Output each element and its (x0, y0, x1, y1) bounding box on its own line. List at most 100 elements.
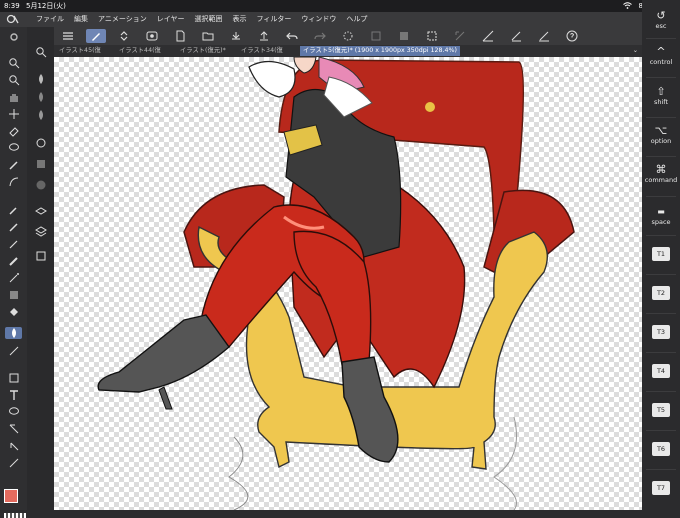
ruler-tool-icon[interactable] (5, 457, 22, 469)
color-wheel-icon[interactable] (32, 179, 49, 191)
esc-key[interactable]: ↺ esc (642, 9, 680, 31)
fill-tool-icon[interactable] (5, 306, 22, 318)
undo-arrow-icon: ↺ (656, 9, 666, 22)
pen-snap-icon (539, 31, 549, 42)
brush-tool-icon[interactable] (5, 255, 22, 267)
t3-key[interactable]: T3 (652, 325, 670, 339)
help-button[interactable] (562, 29, 582, 43)
command-key[interactable]: ⌘ command (642, 164, 680, 185)
airbrush-tool-icon[interactable] (5, 272, 22, 284)
eraser-tool-icon[interactable] (5, 125, 22, 137)
undo-icon (286, 32, 298, 40)
new-file-button[interactable] (170, 29, 190, 43)
share-icon (260, 31, 268, 41)
transform-button[interactable] (450, 29, 470, 43)
ruler-button[interactable] (478, 29, 498, 43)
menu-bar: ファイル 編集 アニメーション レイヤー 選択範囲 表示 フィルター ウィンドウ… (0, 12, 642, 27)
move-tool-icon[interactable] (5, 108, 22, 120)
pen-tool-icon[interactable] (5, 159, 22, 171)
app-logo-icon[interactable] (6, 14, 20, 25)
t7-key[interactable]: T7 (652, 481, 670, 495)
zoom-tool-icon-2[interactable] (5, 74, 22, 86)
t4-key[interactable]: T4 (652, 364, 670, 378)
pen-tool-icon-2[interactable] (5, 221, 22, 233)
edge-keyboard: ↺ esc ^ control ⇧ shift ⌥ option ⌘ command ▬ s… (642, 0, 680, 510)
line-tool-icon[interactable] (5, 345, 22, 357)
tab-illust34[interactable]: イラスト34(復 (238, 46, 286, 56)
view-button[interactable] (142, 29, 162, 43)
transform-tool-icon[interactable] (5, 440, 22, 452)
tool-palette (0, 27, 27, 518)
t1-key[interactable]: T1 (652, 247, 670, 261)
layer-property-icon[interactable] (32, 207, 49, 219)
blend-tool-icon[interactable] (5, 327, 22, 339)
menu-filter[interactable]: フィルター (257, 12, 292, 27)
smudge-brush-icon[interactable] (32, 109, 49, 121)
menu-file[interactable]: ファイル (36, 12, 64, 27)
menu-animation[interactable]: アニメーション (98, 12, 147, 27)
eyedropper-tool-icon[interactable] (5, 204, 22, 216)
menu-view[interactable]: 表示 (233, 12, 247, 27)
undo-button[interactable] (282, 29, 302, 43)
canvas[interactable] (54, 57, 642, 510)
menu-toggle-button[interactable] (58, 29, 78, 43)
color-mix-icon[interactable] (32, 137, 49, 149)
pencil-tool-icon[interactable] (5, 238, 22, 250)
fill-button[interactable] (394, 29, 414, 43)
tab-illust5[interactable]: イラスト5(復元)* (1900 x 1900px 350dpi 128.4%) (300, 46, 460, 56)
t6-key[interactable]: T6 (652, 442, 670, 456)
menu-help[interactable]: ヘルプ (346, 12, 367, 27)
chevron-down-icon[interactable]: ⌄ (633, 45, 638, 57)
material-icon[interactable] (32, 250, 49, 262)
settings-icon[interactable] (5, 31, 22, 43)
tab-illust[interactable]: イラスト(復元)* (177, 46, 229, 56)
decoration-tool-icon[interactable] (5, 289, 22, 301)
menu-window[interactable]: ウィンドウ (301, 12, 336, 27)
tool-select-button[interactable] (86, 29, 106, 43)
transparent-color-swatch[interactable] (4, 513, 26, 518)
fill-icon (400, 32, 408, 40)
tab-illust44[interactable]: イラスト44(復 (116, 46, 164, 56)
palette-icon[interactable] (32, 158, 49, 170)
lasso-tool-icon[interactable] (5, 142, 22, 154)
hand-tool-icon[interactable] (5, 91, 22, 103)
clear-button[interactable] (366, 29, 386, 43)
status-date: 5月12日(火) (26, 2, 66, 10)
eye-icon (146, 31, 158, 41)
snap-button[interactable] (506, 29, 526, 43)
text-tool-icon[interactable] (5, 389, 22, 401)
t2-key[interactable]: T2 (652, 286, 670, 300)
blend-brush-icon[interactable] (32, 73, 49, 85)
brush-size-button[interactable] (114, 29, 134, 43)
deselect-button[interactable] (422, 29, 442, 43)
blur-brush-icon[interactable] (32, 91, 49, 103)
new-file-icon (176, 30, 185, 42)
share-button[interactable] (254, 29, 274, 43)
menu-edit[interactable]: 編集 (74, 12, 88, 27)
ruler-icon (482, 30, 494, 42)
redo-button[interactable] (310, 29, 330, 43)
balloon-tool-icon[interactable] (5, 406, 22, 418)
option-key[interactable]: ⌥ option (642, 125, 680, 146)
menu-layer[interactable]: レイヤー (157, 12, 185, 27)
control-key[interactable]: ^ control (642, 46, 680, 67)
layers-icon[interactable] (32, 225, 49, 237)
loading-button[interactable] (338, 29, 358, 43)
symmetry-button[interactable] (534, 29, 554, 43)
frame-tool-icon[interactable] (5, 372, 22, 384)
menu-selection[interactable]: 選択範囲 (195, 12, 223, 27)
zoom-tool-icon[interactable] (5, 57, 22, 69)
space-key[interactable]: ▬ space (642, 206, 680, 226)
save-button[interactable] (226, 29, 246, 43)
snap-icon (511, 31, 521, 42)
lasso-fill-icon[interactable] (5, 176, 22, 188)
tab-illust45[interactable]: イラスト45(復 (56, 46, 104, 56)
status-bar: 8:39 5月12日(火) 83% (0, 0, 680, 12)
main-color-swatch[interactable] (4, 489, 18, 503)
zoom-in-icon[interactable] (32, 46, 49, 58)
shift-key[interactable]: ⇧ shift (642, 86, 680, 107)
correction-tool-icon[interactable] (5, 423, 22, 435)
spinner-icon (343, 31, 353, 41)
open-file-button[interactable] (198, 29, 218, 43)
t5-key[interactable]: T5 (652, 403, 670, 417)
